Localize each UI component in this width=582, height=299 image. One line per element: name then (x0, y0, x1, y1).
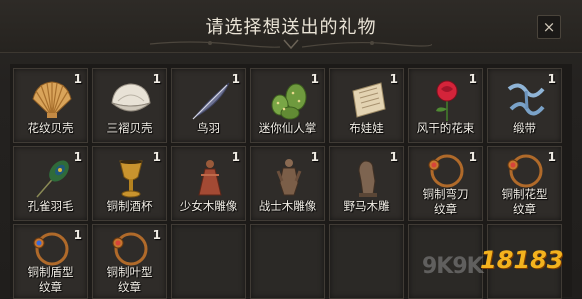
item-label: 迷你仙人掌 (258, 121, 317, 135)
item-label: 铜制盾型 纹章 (27, 265, 74, 294)
gift-slot[interactable]: 1 缎带 (487, 68, 562, 143)
empty-slot (329, 224, 404, 299)
cactus-icon (271, 83, 307, 120)
dialog-title: 请选择想送出的礼物 (205, 17, 377, 38)
header-flourish-right (302, 41, 432, 48)
gift-slot[interactable]: 1 迷你仙人掌 (250, 68, 325, 143)
warrior-statue-icon (276, 159, 302, 196)
gift-slot[interactable]: 1 鸟羽 (171, 68, 246, 143)
item-label: 鸟羽 (197, 121, 220, 135)
horse-statue-icon (358, 160, 377, 197)
item-label: 铜制弯刀 纹章 (422, 187, 469, 216)
close-button[interactable]: × (537, 15, 561, 39)
item-label: 风干的花束 (416, 121, 475, 135)
maiden-statue-icon (198, 160, 222, 196)
header-flourish-center (283, 39, 299, 50)
rose-icon (436, 80, 458, 121)
brand-watermark: 18183 (480, 246, 564, 274)
dialog-header: 请选择想送出的礼物 × (0, 0, 582, 53)
scallop-shell-icon (32, 81, 72, 118)
empty-slot (250, 224, 325, 299)
item-label: 战士木雕像 (258, 199, 317, 213)
close-icon: × (542, 18, 556, 36)
gift-slot[interactable]: 1 三褶贝壳 (92, 68, 167, 143)
goblet-icon (119, 160, 143, 198)
item-label: 铜制酒杯 (106, 199, 153, 213)
empty-slot (171, 224, 246, 299)
gift-slot[interactable]: 1 铜制花型 纹章 (487, 146, 562, 221)
gift-slot[interactable]: 1 布娃娃 (329, 68, 404, 143)
item-label: 布娃娃 (349, 121, 384, 135)
gift-slot[interactable]: 1 野马木雕 (329, 146, 404, 221)
header-flourish-left (150, 41, 280, 48)
pearl-clam-icon (111, 83, 151, 112)
item-label: 花纹贝壳 (27, 121, 74, 135)
item-label: 铜制叶型 纹章 (106, 265, 153, 294)
gift-slot[interactable]: 1 花纹贝壳 (13, 68, 88, 143)
item-label: 孔雀羽毛 (27, 199, 74, 213)
gift-slot[interactable]: 1 铜制盾型 纹章 (13, 224, 88, 299)
gift-slot[interactable]: 1 铜制叶型 纹章 (92, 224, 167, 299)
gift-slot[interactable]: 1 风干的花束 (408, 68, 483, 143)
gift-slot[interactable]: 1 孔雀羽毛 (13, 146, 88, 221)
gift-slot[interactable]: 1 铜制弯刀 纹章 (408, 146, 483, 221)
gift-dialog: 请选择想送出的礼物 × 1 花纹贝壳 1 三褶贝壳 1 鸟羽 1 迷你仙人掌 1… (0, 0, 582, 299)
peacock-feather-icon (36, 160, 69, 198)
item-label: 野马木雕 (343, 199, 390, 213)
item-label: 三褶贝壳 (106, 121, 153, 135)
item-label: 少女木雕像 (179, 199, 238, 213)
ribbon-icon (507, 83, 545, 116)
gift-slot[interactable]: 1 战士木雕像 (250, 146, 325, 221)
item-label: 铜制花型 纹章 (501, 187, 548, 216)
gift-slot[interactable]: 1 铜制酒杯 (92, 146, 167, 221)
quill-feather-icon (192, 82, 230, 120)
gift-slot[interactable]: 1 少女木雕像 (171, 146, 246, 221)
site-watermark: 9K9K (422, 254, 484, 279)
rag-doll-icon (352, 82, 386, 118)
item-label: 缎带 (513, 121, 536, 135)
